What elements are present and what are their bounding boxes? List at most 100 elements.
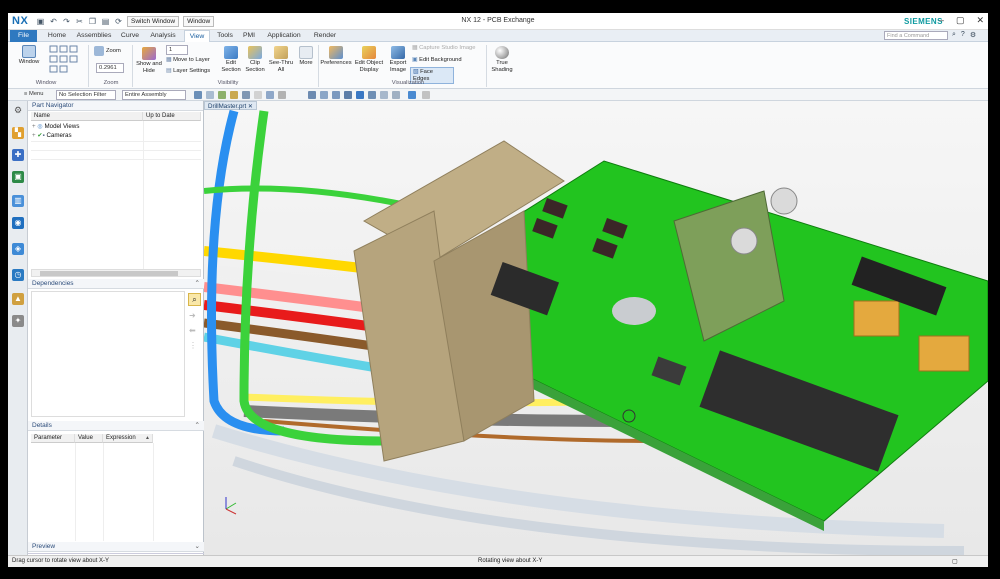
chevron-up-icon[interactable]: ⌃	[195, 279, 200, 289]
switch-window-button[interactable]: Switch Window	[127, 16, 180, 27]
gear-icon[interactable]: ⚙	[12, 104, 24, 116]
tab-curve[interactable]: Curve	[118, 30, 142, 42]
search-icon[interactable]: ⌕	[952, 31, 956, 39]
show-hide-button[interactable]: Show and Hide	[136, 47, 162, 74]
filter-icon[interactable]	[218, 91, 226, 99]
clip-section-button[interactable]: Clip Section	[244, 46, 266, 73]
tab-analysis[interactable]: Analysis	[146, 30, 180, 42]
tab-tools[interactable]: Tools	[214, 30, 236, 42]
settings-icon[interactable]: ⚙	[970, 31, 976, 39]
maximize-icon[interactable]: ▢	[956, 15, 965, 26]
chevron-up-icon[interactable]: ⌃	[195, 421, 200, 431]
preview-header[interactable]: Preview ⌄	[28, 542, 204, 552]
fit-icon[interactable]	[308, 91, 316, 99]
true-shading-button[interactable]: True Shading	[488, 46, 516, 73]
assembly-scope-select[interactable]: Entire Assembly	[122, 90, 186, 100]
pan-icon[interactable]	[332, 91, 340, 99]
grid-icon[interactable]	[278, 91, 286, 99]
tab-assemblies[interactable]: Assemblies	[74, 30, 114, 42]
more-visibility-button[interactable]: More	[296, 46, 316, 67]
tree-item-cameras[interactable]: + ✔▪ Cameras	[32, 131, 72, 140]
edit-background-button[interactable]: ▣ Edit Background	[412, 57, 482, 64]
layer-icon[interactable]	[408, 91, 416, 99]
quick-access-toolbar: ▣ ↶ ↷ ✂ ❐ ▤ ⟳ Switch Window Window	[36, 16, 215, 27]
selection-filter-select[interactable]: No Selection Filter	[56, 90, 116, 100]
zoom-button[interactable]: Zoom	[94, 46, 130, 56]
preferences-button[interactable]: Preferences	[320, 46, 352, 67]
window-layout-grid[interactable]	[48, 45, 80, 77]
magnifier-icon[interactable]: ⌕	[188, 293, 201, 306]
reuse-library-icon[interactable]: ▥	[12, 195, 24, 207]
tab-drillmaster[interactable]: DrillMaster.prt ✕	[204, 101, 258, 110]
export-image-button[interactable]: Export Image	[386, 46, 410, 73]
quick-pick-icon[interactable]	[254, 91, 262, 99]
edges-icon[interactable]	[380, 91, 388, 99]
edit-object-display-button[interactable]: Edit Object Display	[354, 46, 384, 73]
hd3d-tools-icon[interactable]: ◉	[12, 217, 24, 229]
scroll-thumb[interactable]	[40, 271, 178, 276]
assembly-navigator-icon[interactable]: ▚	[12, 127, 24, 139]
orient-icon[interactable]	[356, 91, 364, 99]
tab-render[interactable]: Render	[310, 30, 340, 42]
list-options-icon[interactable]: ⋮	[189, 341, 197, 350]
column-up-to-date[interactable]: Up to Date	[143, 112, 201, 121]
settings-small-icon[interactable]	[422, 91, 430, 99]
minimize-icon[interactable]: –	[939, 15, 944, 26]
zoom-icon[interactable]	[320, 91, 328, 99]
zoom-scale-input[interactable]: 0.2961	[96, 63, 124, 73]
status-restore-icon[interactable]: ▢	[952, 558, 958, 565]
select-icon[interactable]	[194, 91, 202, 99]
horizontal-scrollbar[interactable]	[31, 269, 201, 277]
process-studio-icon[interactable]: ✦	[12, 315, 24, 327]
see-thru-all-button[interactable]: See-Thru All	[268, 46, 294, 73]
web-browser-icon[interactable]: ◈	[12, 243, 24, 255]
close-icon[interactable]: ✕	[976, 15, 984, 26]
column-name[interactable]: Name	[31, 112, 143, 121]
column-value[interactable]: Value	[75, 434, 103, 443]
arrow-right-icon[interactable]: ➜	[189, 311, 196, 320]
system-materials-icon[interactable]: ▲	[12, 293, 24, 305]
cut-icon[interactable]: ✂	[75, 17, 84, 26]
window-menu-button[interactable]: Window	[183, 16, 215, 27]
tab-view[interactable]: View	[184, 30, 210, 42]
edit-section-button[interactable]: Edit Section	[220, 46, 242, 73]
close-icon[interactable]: ✕	[248, 103, 253, 110]
copy-icon[interactable]: ❐	[88, 17, 97, 26]
constraint-navigator-icon[interactable]: ✚	[12, 149, 24, 161]
move-to-layer-button[interactable]: ▦ Move to Layer	[166, 57, 216, 64]
repeat-icon[interactable]: ⟳	[114, 17, 123, 26]
vector-icon[interactable]	[242, 91, 250, 99]
part-navigator-icon[interactable]: ▣	[12, 171, 24, 183]
work-layer-input[interactable]: 1	[166, 45, 188, 55]
snap-icon[interactable]	[206, 91, 214, 99]
arrow-left-icon[interactable]: ⬅	[189, 326, 196, 335]
paste-icon[interactable]: ▤	[101, 17, 110, 26]
chevron-down-icon[interactable]: ⌄	[195, 542, 200, 552]
history-icon[interactable]: ◷	[12, 269, 24, 281]
menu-button[interactable]: ≡ Menu	[22, 90, 48, 100]
tree-item-model-views[interactable]: + ◎ Model Views	[32, 122, 79, 131]
tab-application[interactable]: Application	[262, 30, 306, 42]
view-icon[interactable]	[392, 91, 400, 99]
layer-settings-button[interactable]: ▤ Layer Settings	[166, 68, 216, 75]
graphics-viewport[interactable]: DrillMaster.prt ✕	[204, 101, 988, 555]
dependencies-header[interactable]: Dependencies ⌃	[28, 279, 204, 289]
tab-home[interactable]: Home	[44, 30, 70, 42]
undo-icon[interactable]: ↶	[49, 17, 58, 26]
window-button[interactable]: Window	[14, 45, 44, 66]
point-icon[interactable]	[230, 91, 238, 99]
shaded-icon[interactable]	[368, 91, 376, 99]
rotate-icon[interactable]	[344, 91, 352, 99]
pcb-model-render[interactable]	[204, 101, 988, 555]
help-icon[interactable]: ?	[961, 31, 965, 39]
redo-icon[interactable]: ↷	[62, 17, 71, 26]
command-search-input[interactable]: Find a Command	[884, 31, 948, 40]
column-parameter[interactable]: Parameter	[31, 434, 75, 443]
tab-file[interactable]: File	[10, 30, 37, 42]
capture-studio-image-button[interactable]: ▦ Capture Studio Image	[412, 45, 482, 52]
sort-icon[interactable]: ▲	[145, 435, 150, 441]
details-header[interactable]: Details ⌃	[28, 421, 204, 431]
tab-pmi[interactable]: PMI	[240, 30, 258, 42]
save-icon[interactable]: ▣	[36, 17, 45, 26]
view-triad-icon[interactable]	[266, 91, 274, 99]
